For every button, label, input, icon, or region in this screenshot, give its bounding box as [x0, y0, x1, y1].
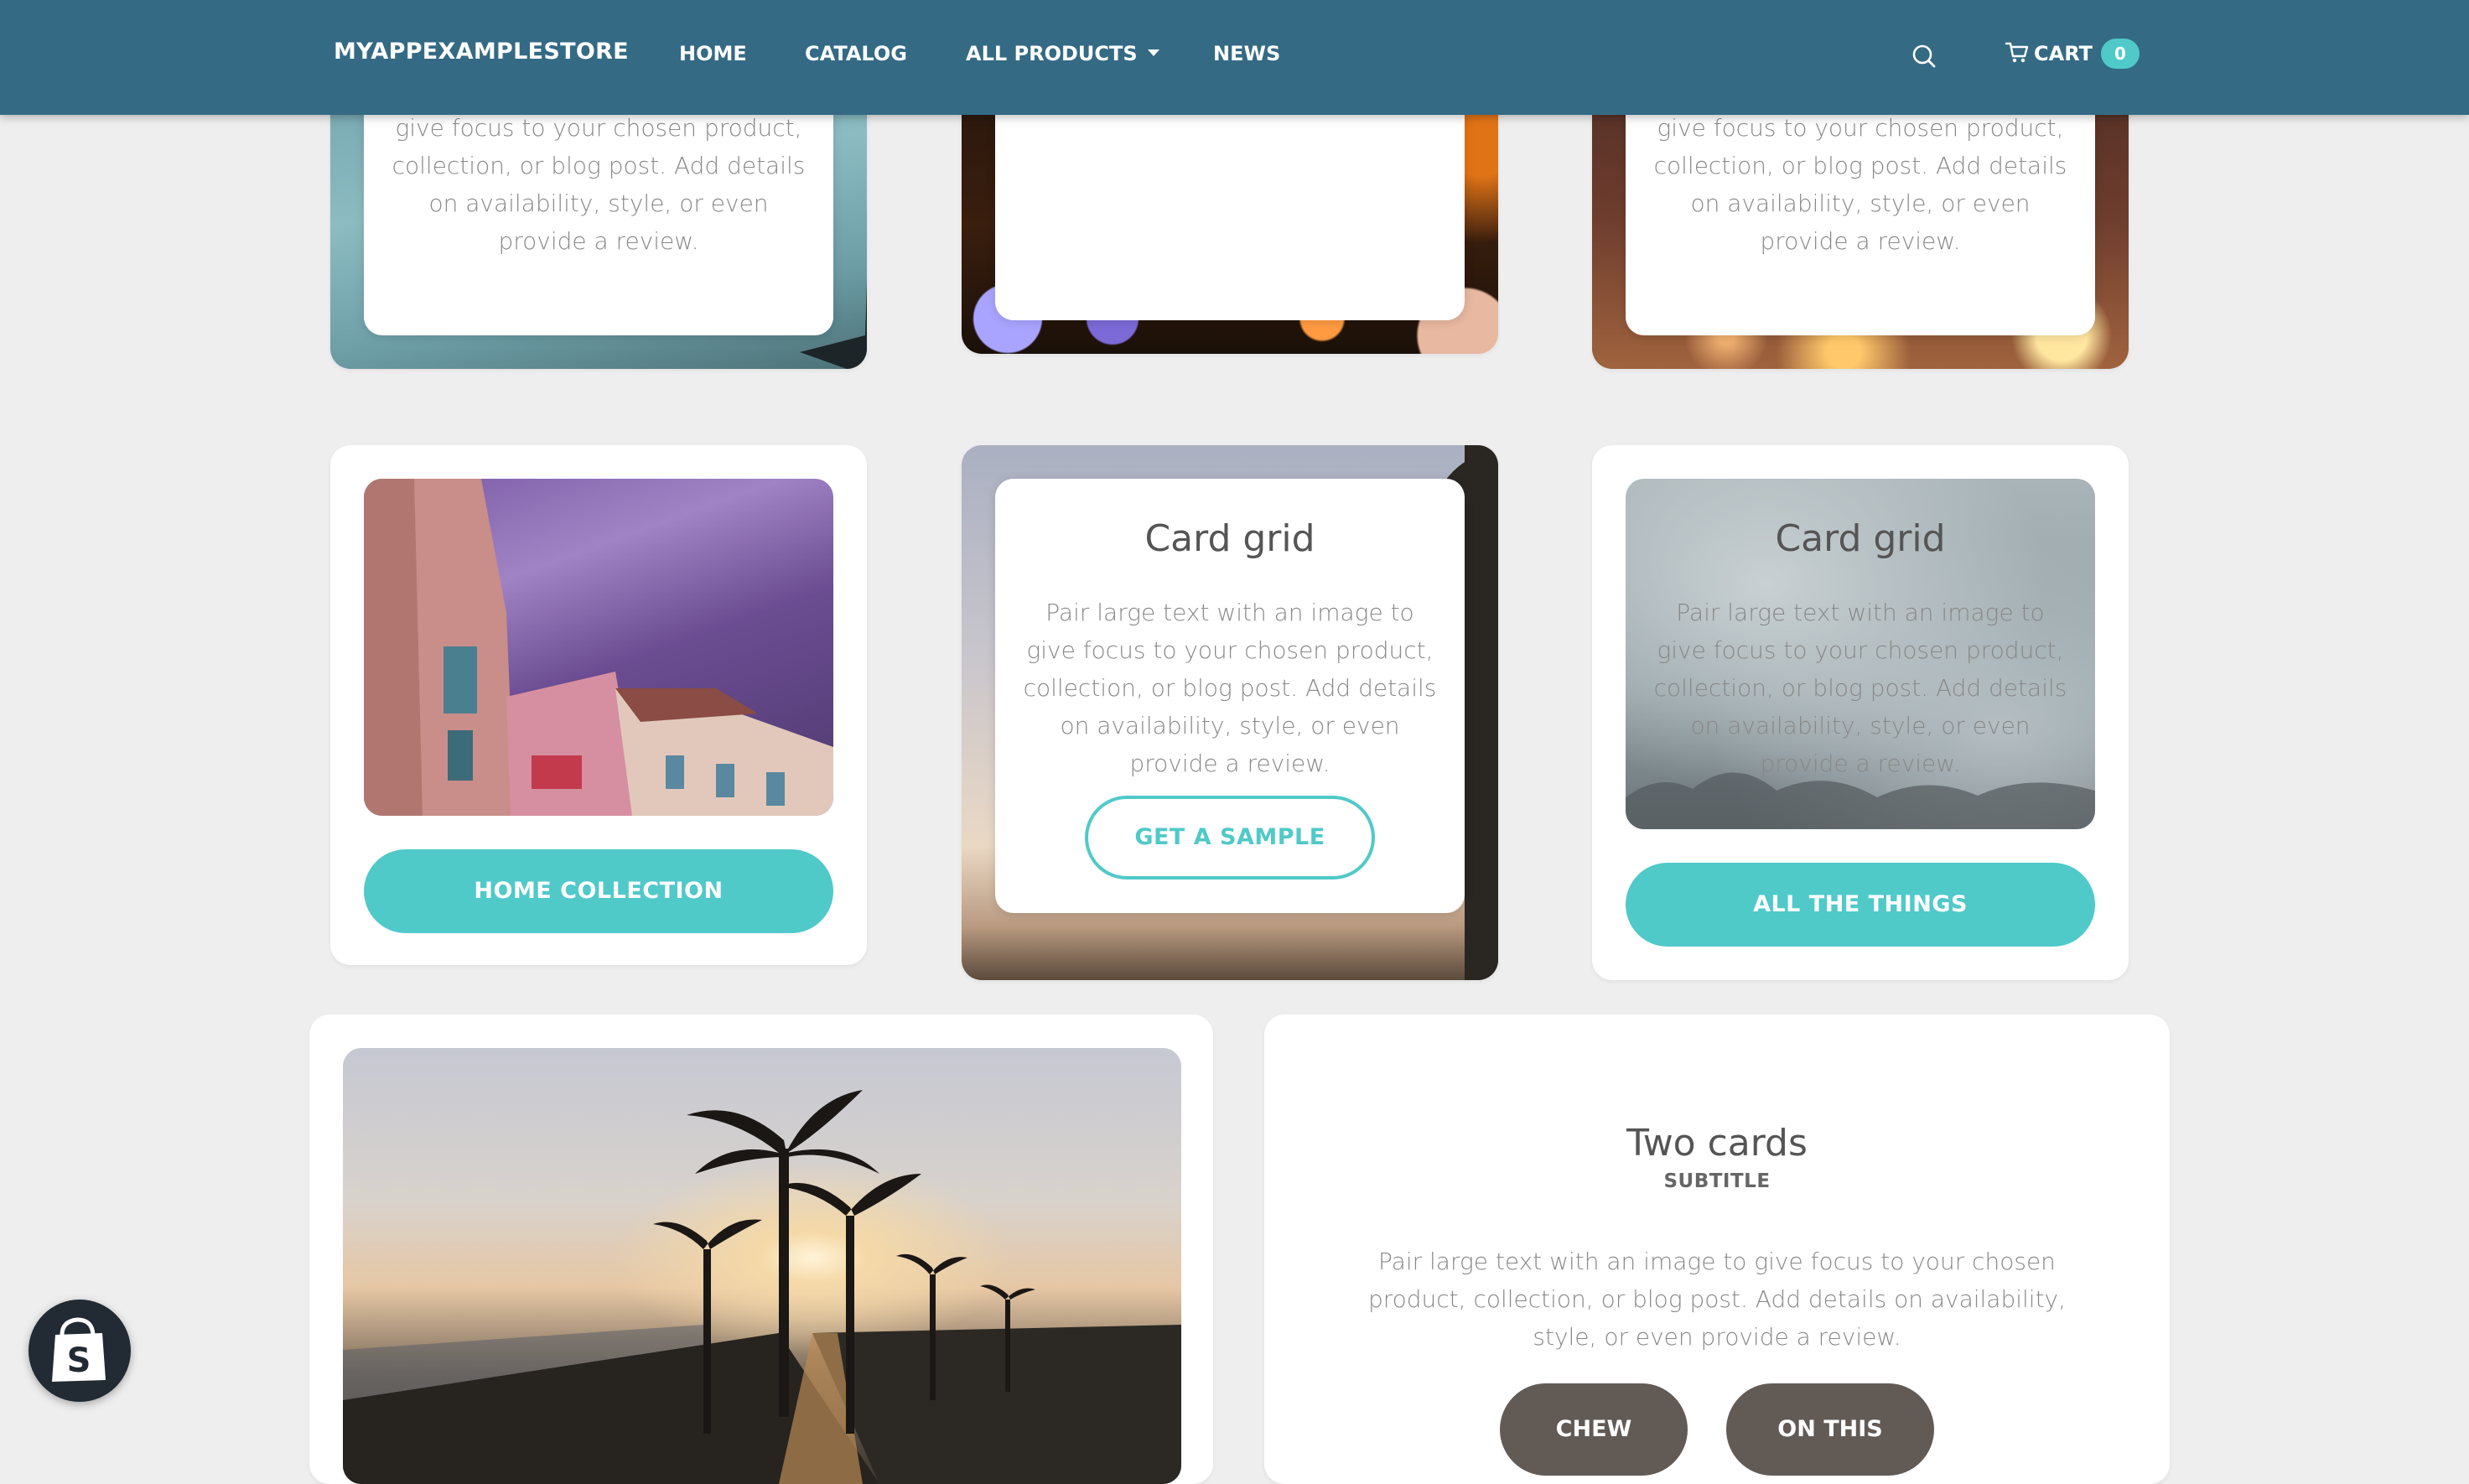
shopify-badge[interactable]: S — [29, 1300, 131, 1402]
all-the-things-card: Card grid Pair large text with an image … — [1592, 445, 2129, 980]
card-grid-center-text: Pair large text with an image to give fo… — [1023, 599, 1437, 777]
search-icon[interactable] — [1908, 40, 1942, 74]
top-left-text: give focus to your chosen product, colle… — [392, 114, 806, 255]
two-cards-text-card: Two cards SUBTITLE Pair large text with … — [1264, 1014, 2170, 1484]
nav-catalog[interactable]: CATALOG — [805, 42, 907, 65]
card-grid-center-title: Card grid — [1144, 517, 1315, 560]
nav-home[interactable]: HOME — [679, 42, 747, 65]
two-cards-subtitle: SUBTITLE — [1663, 1170, 1771, 1192]
houses-image — [364, 479, 833, 816]
cart-count-badge: 0 — [2100, 39, 2140, 69]
card-image-sunset: Card grid Pair large text with an image … — [962, 445, 1498, 980]
chew-button[interactable]: CHEW — [1500, 1383, 1688, 1476]
store-logo[interactable]: MYAPPEXAMPLESTORE — [334, 39, 629, 65]
two-cards-image-card — [309, 1014, 1213, 1484]
houses-illustration — [364, 479, 833, 816]
top-right-text: give focus to your chosen product, colle… — [1653, 114, 2067, 255]
card-grid-right-text: Pair large text with an image to give fo… — [1653, 599, 2067, 777]
on-this-button[interactable]: ON THIS — [1726, 1383, 1934, 1476]
palm-trees-illustration — [343, 1090, 1181, 1484]
home-collection-button[interactable]: HOME COLLECTION — [364, 849, 833, 933]
palm-trees-image — [343, 1048, 1181, 1484]
site-header: MYAPPEXAMPLESTORE HOME CATALOG ALL PRODU… — [0, 0, 2469, 115]
nav-all-products-label: ALL PRODUCTS — [966, 42, 1138, 65]
cart-label: CART — [2034, 42, 2093, 65]
all-the-things-button[interactable]: ALL THE THINGS — [1626, 863, 2095, 947]
card-grid-center-card: Card grid Pair large text with an image … — [995, 479, 1465, 913]
chevron-down-icon — [1147, 49, 1159, 56]
home-collection-card: HOME COLLECTION — [330, 445, 867, 965]
cart-button[interactable]: CART 0 — [2004, 37, 2140, 70]
two-cards-text: Pair large text with an image to give fo… — [1367, 1248, 2067, 1351]
two-cards-title: Two cards — [1626, 1122, 1808, 1165]
card-grid-right-title: Card grid — [1775, 517, 1946, 560]
shopify-bag-icon: S — [52, 1317, 106, 1382]
svg-text:S: S — [67, 1341, 91, 1380]
get-a-sample-button[interactable]: GET A SAMPLE — [1085, 796, 1375, 880]
cart-icon — [2004, 39, 2031, 69]
cloudy-image: Card grid Pair large text with an image … — [1626, 479, 2095, 829]
nav-news[interactable]: NEWS — [1213, 42, 1280, 65]
nav-all-products[interactable]: ALL PRODUCTS — [966, 42, 1159, 65]
